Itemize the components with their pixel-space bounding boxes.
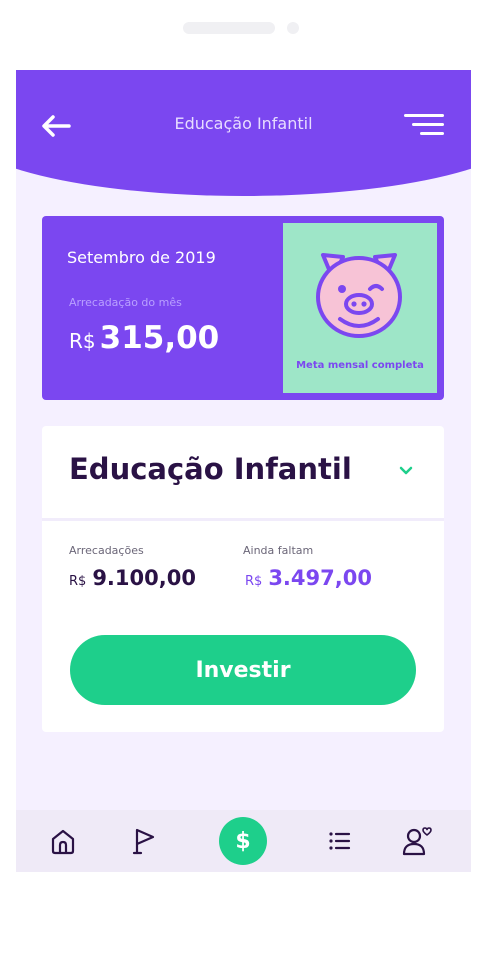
piggy-bank-icon	[316, 253, 402, 338]
divider	[42, 518, 444, 521]
menu-icon	[404, 114, 444, 117]
arrow-left-icon	[42, 115, 71, 137]
collected-label: Arrecadações	[69, 544, 144, 557]
app-screen: Educação Infantil Setembro de 2019 Arrec…	[16, 70, 471, 872]
chevron-down-icon[interactable]	[397, 464, 415, 478]
dollar-icon: $	[235, 828, 251, 854]
tab-home[interactable]	[40, 818, 86, 864]
monthly-amount: R$ 315,00	[69, 320, 219, 356]
phone-camera	[287, 22, 299, 34]
remaining-label: Ainda faltam	[243, 544, 314, 557]
tab-invest[interactable]: $	[219, 817, 267, 865]
fund-card: Educação Infantil Arrecadações R$ 9.100,0…	[42, 426, 444, 732]
remaining-amount: 3.497,00	[268, 566, 372, 590]
remaining-currency: R$	[245, 574, 263, 589]
invest-button[interactable]: Investir	[70, 635, 416, 705]
tab-list[interactable]	[316, 818, 362, 864]
tab-profile[interactable]	[394, 818, 440, 864]
goal-status-box: Meta mensal completa	[283, 223, 437, 393]
page-title: Educação Infantil	[174, 114, 313, 133]
phone-speaker	[183, 22, 275, 34]
profile-heart-icon	[402, 827, 432, 856]
remaining-value: R$ 3.497,00	[245, 566, 372, 590]
back-button[interactable]	[38, 110, 74, 142]
monthly-summary-card: Setembro de 2019 Arrecadação do mês R$ 31…	[42, 216, 444, 400]
collected-amount: 9.100,00	[92, 566, 196, 590]
list-icon	[329, 832, 351, 850]
collected-currency: R$	[69, 574, 87, 589]
home-icon	[51, 829, 75, 855]
bottom-tab-bar: $	[16, 810, 471, 872]
tab-goals[interactable]	[121, 818, 167, 864]
amount-value: 315,00	[99, 320, 220, 356]
fund-title: Educação Infantil	[69, 452, 352, 486]
flag-icon	[132, 828, 155, 855]
monthly-collected-label: Arrecadação do mês	[69, 296, 182, 309]
menu-button[interactable]	[402, 112, 446, 138]
collected-value: R$ 9.100,00	[69, 566, 196, 590]
goal-status-text: Meta mensal completa	[296, 360, 424, 371]
currency-symbol: R$	[69, 329, 96, 353]
month-label: Setembro de 2019	[67, 248, 216, 267]
